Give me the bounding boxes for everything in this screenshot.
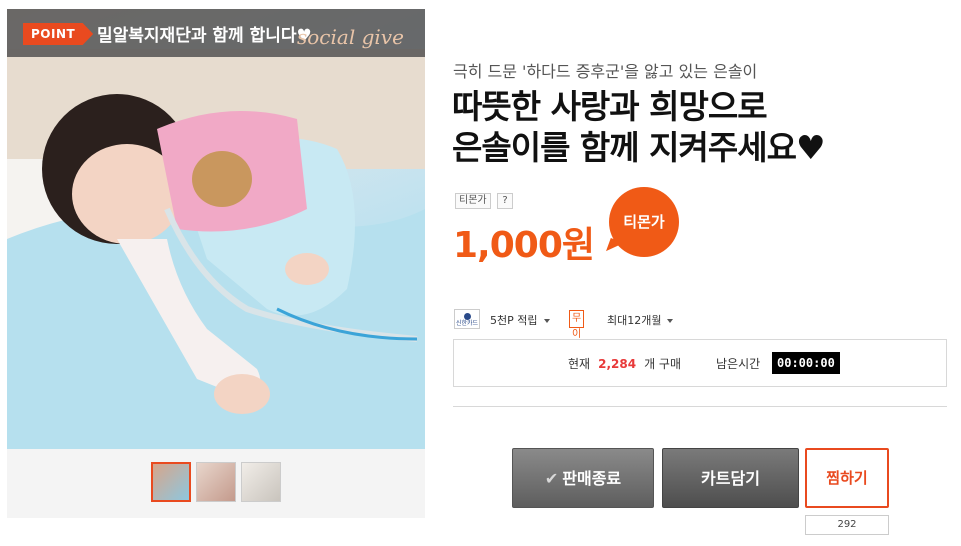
installment-label: 최대12개월 <box>607 314 662 327</box>
point-badge: POINT <box>23 23 94 45</box>
remaining-time-label: 남은시간 <box>716 357 761 371</box>
installment-dropdown[interactable]: 최대12개월 <box>607 312 674 328</box>
purchase-count: 현재 2,284 개 구매 <box>568 355 681 372</box>
remaining-time-timer: 00:00:00 <box>772 352 840 374</box>
product-title: 따뜻한 사랑과 희망으로 은솔이를 함께 지켜주세요♥ <box>452 86 826 168</box>
point-benefit-dropdown[interactable]: 5천P 적립 <box>490 312 550 328</box>
sale-ended-button[interactable]: ✔ 판매종료 <box>512 448 654 508</box>
wish-count: 292 <box>805 515 889 535</box>
purchase-count-value: 2,284 <box>598 357 637 371</box>
product-price: 1,000원 <box>453 225 595 266</box>
divider <box>453 406 947 407</box>
purchase-status-box: 현재 2,284 개 구매 남은시간 00:00:00 <box>453 339 947 387</box>
caret-down-icon <box>667 319 674 323</box>
tmon-price-label: 티몬가 <box>455 193 491 209</box>
product-image-panel: POINT 밀알복지재단과 함께 합니다♥ social give <box>7 9 425 518</box>
no-interest-badge: 무이자 <box>569 310 585 356</box>
photo-illustration <box>7 49 425 449</box>
point-benefit-label: 5천P 적립 <box>490 314 538 327</box>
product-title-line-2: 은솔이를 함께 지켜주세요♥ <box>452 128 826 167</box>
banner-title: 밀알복지재단과 함께 합니다♥ <box>97 26 312 46</box>
tmon-price-bubble: 티몬가 <box>609 187 679 257</box>
tmon-price-help-icon[interactable]: ? <box>497 193 513 209</box>
thumbnail-2[interactable] <box>196 462 236 502</box>
donation-banner: POINT 밀알복지재단과 함께 합니다♥ social give <box>7 9 425 57</box>
thumbnail-strip <box>7 449 425 518</box>
add-to-cart-button[interactable]: 카트담기 <box>662 448 799 508</box>
now-label: 현재 <box>568 357 591 371</box>
main-product-photo: POINT 밀알복지재단과 함께 합니다♥ social give <box>7 9 425 449</box>
card-logo-icon: 신한카드 <box>454 309 480 329</box>
wish-button[interactable]: 찜하기 <box>805 448 889 508</box>
caret-down-icon <box>543 319 550 323</box>
product-title-line-1: 따뜻한 사랑과 희망으로 <box>452 87 768 126</box>
thumbnail-3[interactable] <box>241 462 281 502</box>
social-give-logo: social give <box>297 25 404 49</box>
check-icon: ✔ <box>544 469 559 488</box>
thumbnail-1[interactable] <box>151 462 191 502</box>
product-subtitle: 극히 드문 '하다드 증후군'을 앓고 있는 은솔이 <box>453 62 758 81</box>
sale-ended-label: 판매종료 <box>562 469 622 488</box>
purchase-count-suffix: 개 구매 <box>644 357 681 371</box>
